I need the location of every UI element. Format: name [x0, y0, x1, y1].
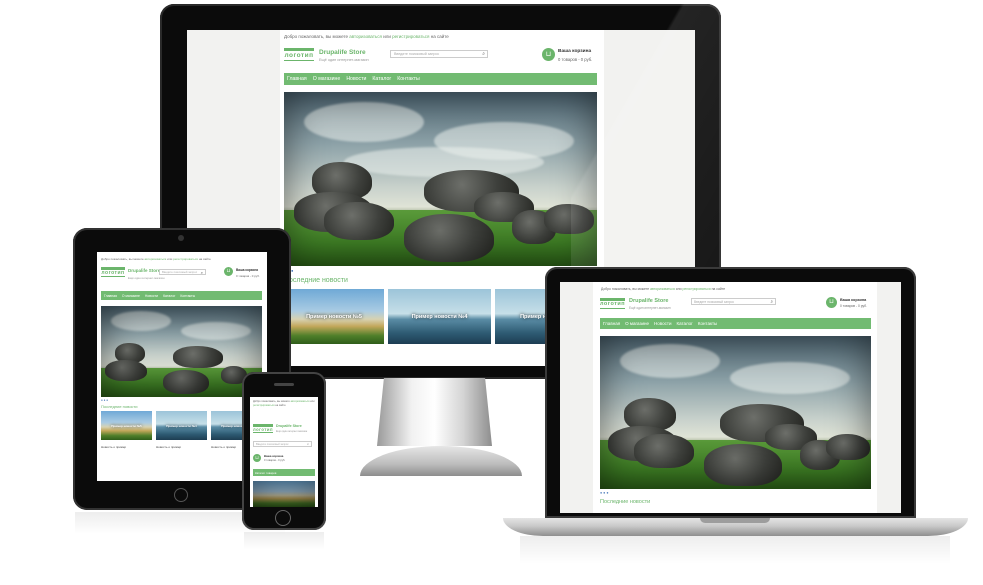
news-title[interactable]: Новость о пример [156, 445, 181, 449]
menu-item-home[interactable]: Главная [104, 294, 117, 298]
menu-item-news[interactable]: Новости [145, 294, 158, 298]
cart-title[interactable]: Ваша корзина [840, 298, 866, 302]
welcome-text: Добро пожаловать, вы можете авторизовать… [601, 287, 726, 291]
cart-info: 0 товаров - 0 руб. [236, 274, 260, 278]
menu-item-news[interactable]: Новости [346, 76, 366, 82]
news-item[interactable]: Пример новости №5 [101, 411, 152, 440]
search-icon[interactable]: ⌕ [201, 270, 203, 274]
cart-icon[interactable]: ⊔ [253, 454, 261, 462]
home-button-icon[interactable] [275, 510, 291, 526]
menu-item-catalog[interactable]: Каталог [163, 294, 175, 298]
cart-info: 0 товаров - 0 руб. [264, 459, 286, 462]
news-heading: Последние новости [600, 499, 651, 505]
menu-item-about[interactable]: О магазине [625, 321, 649, 326]
cart-title[interactable]: Ваша корзина [236, 268, 258, 272]
slider-dots[interactable]: ● ● ● [600, 491, 609, 495]
news-title[interactable]: Новость о пример [101, 445, 126, 449]
welcome-text: Добро пожаловать, вы можете авторизовать… [101, 257, 211, 261]
news-item[interactable]: Пример новости №4 [156, 411, 207, 440]
welcome-text: Добро пожаловать, вы можете авторизовать… [284, 34, 449, 39]
logo[interactable]: логотип [253, 424, 273, 433]
responsive-showcase: Добро пожаловать, вы можете авторизовать… [0, 0, 983, 585]
menu-item-catalog[interactable]: Каталог [676, 321, 692, 326]
cart-icon[interactable]: ⊔ [542, 48, 555, 61]
store-name[interactable]: Drupalife Store [629, 298, 668, 304]
laptop-notch [700, 518, 770, 523]
hero-slide-image[interactable] [101, 306, 262, 397]
menu-item-about[interactable]: О магазине [122, 294, 140, 298]
laptop-screen: Добро пожаловать, вы можете авторизовать… [560, 282, 901, 513]
phone: Добро пожаловать, вы можете авторизовать… [242, 372, 326, 530]
search-input[interactable]: Введите поисковый запрос ⌕ [691, 298, 776, 305]
store-name[interactable]: Drupalife Store [319, 49, 366, 56]
store-name[interactable]: Drupalife Store [128, 268, 160, 273]
laptop: Добро пожаловать, вы можете авторизовать… [545, 267, 916, 518]
main-menu: Главная О магазине Новости Каталог Конта… [600, 318, 871, 329]
hero-slide-image[interactable] [600, 336, 871, 489]
logo[interactable]: логотип [284, 48, 314, 61]
hero-slide-image[interactable] [284, 92, 597, 266]
search-icon[interactable]: ⌕ [770, 299, 773, 304]
phone-screen: Добро пожаловать, вы можете авторизовать… [250, 397, 318, 507]
monitor-stand-base [360, 446, 522, 476]
store-slogan: Ещё один интернет-магазин [276, 430, 308, 433]
cart-info: 0 товаров - 0 руб. [840, 304, 867, 308]
home-button-icon[interactable] [174, 488, 188, 502]
menu-item-contacts[interactable]: Контакты [180, 294, 195, 298]
cart-title[interactable]: Ваша корзина [264, 454, 283, 458]
news-item[interactable]: Пример новости №5 [284, 289, 384, 344]
menu-item-catalog[interactable]: Каталог [372, 76, 391, 82]
search-input[interactable]: Введите поисковый запрос ⌕ [159, 269, 206, 275]
menu-item-contacts[interactable]: Контакты [397, 76, 419, 82]
register-link[interactable]: регистрироваться [392, 34, 429, 39]
catalog-button[interactable]: Каталог товаров [253, 469, 315, 476]
search-input[interactable]: Введите поисковый запрос ⌕ [390, 50, 488, 58]
store-slogan: Ещё один интернет-магазин [319, 58, 369, 62]
welcome-text: Добро пожаловать, вы можете авторизовать… [253, 400, 315, 407]
store-slogan: Ещё один интернет-магазин [128, 276, 165, 280]
menu-item-home[interactable]: Главная [603, 321, 620, 326]
news-heading: Последние новости [101, 404, 138, 409]
logo[interactable]: логотип [600, 298, 625, 309]
news-heading: Последние новости [284, 277, 348, 284]
login-link[interactable]: авторизоваться [349, 34, 382, 39]
search-icon[interactable]: ⌕ [307, 442, 309, 446]
store-slogan: Ещё один интернет-магазин [629, 306, 671, 310]
menu-item-contacts[interactable]: Контакты [698, 321, 717, 326]
cart-icon[interactable]: ⊔ [224, 267, 233, 276]
laptop-page: Добро пожаловать, вы можете авторизовать… [593, 282, 877, 513]
hero-slide-image[interactable] [253, 481, 315, 507]
news-item[interactable]: Пример новости №4 [388, 289, 491, 344]
menu-item-home[interactable]: Главная [287, 76, 307, 82]
phone-reflection [244, 532, 324, 550]
slider-dots[interactable]: ● ● ● [101, 398, 108, 402]
laptop-reflection [520, 536, 950, 564]
logo[interactable]: логотип [101, 267, 125, 277]
menu-item-about[interactable]: О магазине [313, 76, 341, 82]
news-title[interactable]: Новость о пример [211, 445, 236, 449]
search-input[interactable]: Введите поисковый запрос ⌕ [253, 441, 312, 447]
main-menu: Главная О магазине Новости Каталог Конта… [101, 291, 262, 300]
main-menu: Главная О магазине Новости Каталог Конта… [284, 73, 597, 85]
cart-icon[interactable]: ⊔ [826, 297, 837, 308]
menu-item-news[interactable]: Новости [654, 321, 671, 326]
store-name[interactable]: Drupalife Store [276, 424, 302, 428]
search-icon[interactable]: ⌕ [482, 51, 485, 57]
monitor-stand [377, 378, 492, 446]
